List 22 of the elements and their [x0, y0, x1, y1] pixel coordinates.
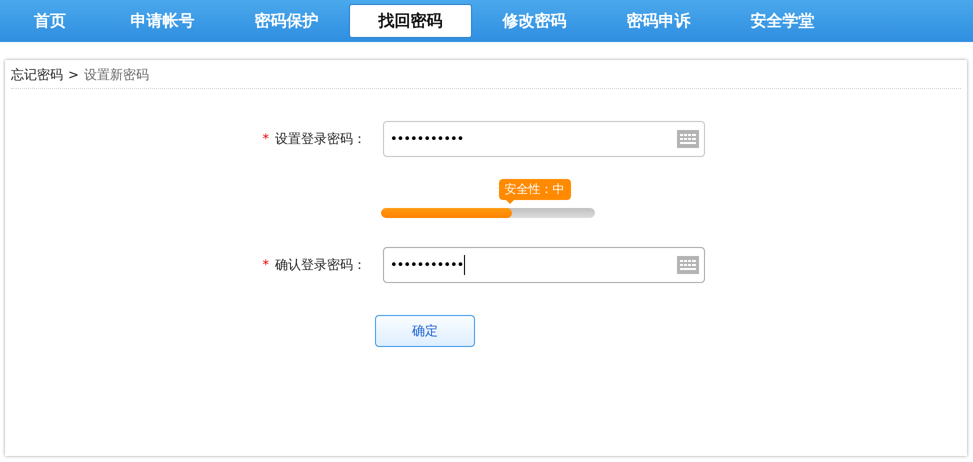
nav-tab[interactable]: 修改密码 [473, 4, 596, 38]
nav-tab[interactable]: 安全学堂 [721, 4, 844, 38]
field-label: 确认登录密码： [275, 257, 366, 274]
nav-tab[interactable]: 申请帐号 [101, 4, 224, 38]
password-field[interactable]: ••••••••••• [383, 121, 705, 157]
keyboard-icon[interactable] [677, 130, 699, 148]
breadcrumb-current: 设置新密码 [84, 67, 149, 84]
nav-tab[interactable]: 首页 [0, 4, 100, 38]
password-value: ••••••••••• [390, 258, 464, 272]
text-cursor [464, 255, 466, 275]
breadcrumb-separator: > [68, 68, 79, 82]
keyboard-icon[interactable] [677, 256, 699, 274]
nav-tab[interactable]: 密码保护 [225, 4, 348, 38]
field-label: 设置登录密码： [275, 131, 366, 148]
nav-tab[interactable]: 密码申诉 [597, 4, 720, 38]
password-field[interactable]: ••••••••••• [383, 247, 705, 283]
breadcrumb-link[interactable]: 忘记密码 [11, 66, 63, 84]
password-value: ••••••••••• [390, 132, 464, 146]
required-mark: * [262, 132, 269, 146]
nav-tab[interactable]: 找回密码 [349, 4, 472, 38]
confirm-button[interactable]: 确定 [375, 315, 475, 347]
required-mark: * [262, 258, 269, 272]
